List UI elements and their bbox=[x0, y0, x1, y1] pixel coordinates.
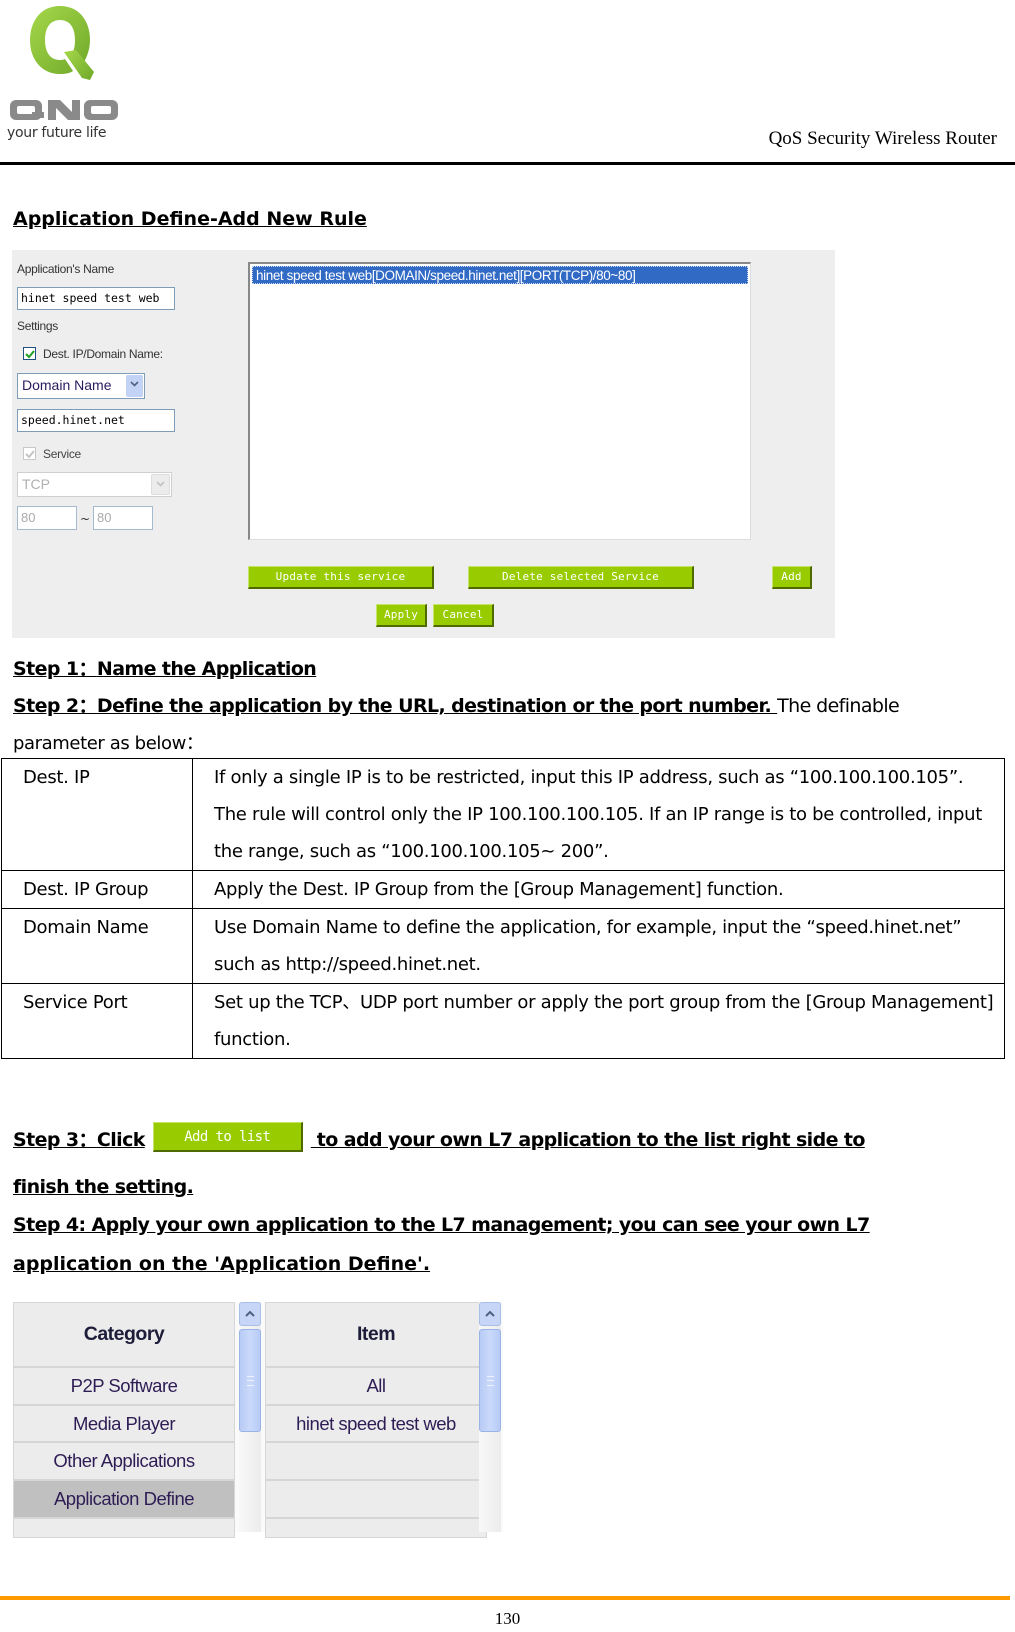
category-scrollbar[interactable] bbox=[239, 1302, 261, 1532]
checkmark-icon bbox=[25, 450, 35, 459]
step-1-text: Name the Application bbox=[96, 658, 317, 680]
add-service-button[interactable]: Add bbox=[772, 566, 812, 589]
section-title: Application Define-Add New Rule bbox=[13, 208, 367, 230]
add-to-list-button[interactable]: Add to list bbox=[152, 1121, 303, 1152]
dest-checkbox-label: Dest. IP/Domain Name: bbox=[43, 347, 163, 361]
service-checkbox-label: Service bbox=[43, 447, 81, 461]
table-row: Dest. IP Group Apply the Dest. IP Group … bbox=[1, 870, 1005, 909]
param-name: Domain Name bbox=[1, 908, 193, 984]
param-description: If only a single IP is to be restricted,… bbox=[192, 758, 1005, 871]
item-entry[interactable] bbox=[265, 1442, 487, 1480]
chevron-up-icon bbox=[485, 1310, 495, 1317]
grip-icon bbox=[247, 1376, 254, 1386]
scroll-thumb[interactable] bbox=[479, 1329, 501, 1432]
service-listbox[interactable]: hinet speed test web[DOMAIN/speed.hinet.… bbox=[248, 262, 751, 540]
footer-divider bbox=[0, 1596, 1010, 1600]
param-description: Use Domain Name to define the applicatio… bbox=[192, 908, 1005, 984]
table-row: Dest. IP If only a single IP is to be re… bbox=[1, 758, 1005, 871]
step-3-text: to add your own L7 application to the li… bbox=[310, 1129, 866, 1151]
parameter-table: Dest. IP If only a single IP is to be re… bbox=[1, 758, 1005, 1059]
port-range-separator: ~ bbox=[80, 512, 91, 526]
protocol-value: TCP bbox=[22, 476, 50, 492]
port-to-input[interactable]: 80 bbox=[93, 506, 153, 530]
header-divider bbox=[0, 162, 1015, 165]
dest-type-value: Domain Name bbox=[22, 377, 112, 393]
step-4-continuation: application on the 'Application Define'. bbox=[13, 1253, 431, 1275]
category-header: Category bbox=[13, 1302, 235, 1367]
item-entry[interactable] bbox=[265, 1518, 487, 1538]
step-2-continuation: parameter as below： bbox=[13, 733, 204, 754]
table-row: Domain Name Use Domain Name to define th… bbox=[1, 908, 1005, 984]
dest-type-select[interactable]: Domain Name bbox=[17, 373, 145, 399]
cancel-button[interactable]: Cancel bbox=[433, 604, 494, 627]
protocol-select[interactable]: TCP bbox=[17, 472, 172, 497]
category-item[interactable]: Media Player bbox=[13, 1405, 235, 1442]
step-2-label: Step 2 bbox=[13, 695, 79, 717]
service-list-item[interactable]: hinet speed test web[DOMAIN/speed.hinet.… bbox=[252, 266, 748, 284]
param-name: Service Port bbox=[1, 983, 193, 1059]
item-entry[interactable] bbox=[265, 1480, 487, 1518]
qno-logo: your future life bbox=[4, 0, 119, 148]
step-4: Step 4: Apply your own application to th… bbox=[13, 1214, 870, 1236]
param-name: Dest. IP Group bbox=[1, 870, 193, 909]
scroll-up-button[interactable] bbox=[239, 1302, 261, 1326]
dropdown-arrow bbox=[151, 474, 170, 495]
port-from-input[interactable]: 80 bbox=[17, 506, 77, 530]
step-2: Step 2：Define the application by the URL… bbox=[13, 695, 900, 717]
item-scrollbar[interactable] bbox=[479, 1302, 501, 1532]
logo-tagline: your future life bbox=[7, 125, 107, 141]
checkmark-icon bbox=[25, 350, 35, 359]
domain-input[interactable]: speed.hinet.net bbox=[17, 409, 175, 432]
item-header: Item bbox=[265, 1302, 487, 1367]
step-2-text: Define the application by the URL, desti… bbox=[96, 695, 778, 717]
add-rule-form-screenshot: Application's Name hinet speed test web … bbox=[12, 250, 835, 638]
apply-button[interactable]: Apply bbox=[376, 604, 427, 627]
qno-wordmark-icon bbox=[10, 100, 118, 120]
dest-checkbox[interactable] bbox=[23, 347, 36, 360]
step-3-click: Click bbox=[96, 1129, 145, 1151]
scroll-thumb[interactable] bbox=[239, 1329, 261, 1432]
step-2-tail: The definable bbox=[777, 695, 900, 717]
category-item[interactable] bbox=[13, 1518, 235, 1538]
step-1-label: Step 1 bbox=[13, 658, 79, 680]
param-description: Set up the TCP、UDP port number or apply … bbox=[192, 983, 1005, 1059]
step-3-label: Step 3 bbox=[13, 1129, 79, 1151]
delete-service-button[interactable]: Delete selected Service bbox=[468, 566, 694, 589]
app-name-label: Application's Name bbox=[17, 262, 114, 276]
page-number: 130 bbox=[494, 1609, 521, 1628]
dropdown-arrow bbox=[126, 375, 143, 397]
category-item[interactable]: P2P Software bbox=[13, 1367, 235, 1405]
category-item[interactable]: Other Applications bbox=[13, 1442, 235, 1480]
document-header-title: QoS Security Wireless Router bbox=[768, 128, 997, 149]
chevron-up-icon bbox=[245, 1310, 255, 1317]
step-3-continuation: finish the setting. bbox=[13, 1176, 194, 1198]
item-entry[interactable]: hinet speed test web bbox=[265, 1405, 487, 1442]
table-row: Service Port Set up the TCP、UDP port num… bbox=[1, 983, 1005, 1059]
category-item-selected[interactable]: Application Define bbox=[13, 1480, 235, 1518]
application-define-screenshot: Category P2P Software Media Player Other… bbox=[13, 1302, 503, 1538]
param-name: Dest. IP bbox=[1, 758, 193, 871]
chevron-down-icon bbox=[130, 381, 139, 387]
step-3: Step 3：Click Add to list to add your own … bbox=[13, 1121, 866, 1156]
item-entry[interactable]: All bbox=[265, 1367, 487, 1405]
chevron-down-icon bbox=[156, 481, 165, 487]
scroll-up-button[interactable] bbox=[479, 1302, 501, 1326]
update-service-button[interactable]: Update this service bbox=[248, 566, 434, 589]
param-description: Apply the Dest. IP Group from the [Group… bbox=[192, 870, 1005, 909]
settings-label: Settings bbox=[17, 319, 58, 333]
app-name-input[interactable]: hinet speed test web bbox=[17, 287, 175, 310]
q-logo-icon bbox=[30, 6, 94, 80]
service-checkbox[interactable] bbox=[23, 447, 36, 460]
grip-icon bbox=[487, 1376, 494, 1386]
step-1: Step 1：Name the Application bbox=[13, 658, 317, 680]
